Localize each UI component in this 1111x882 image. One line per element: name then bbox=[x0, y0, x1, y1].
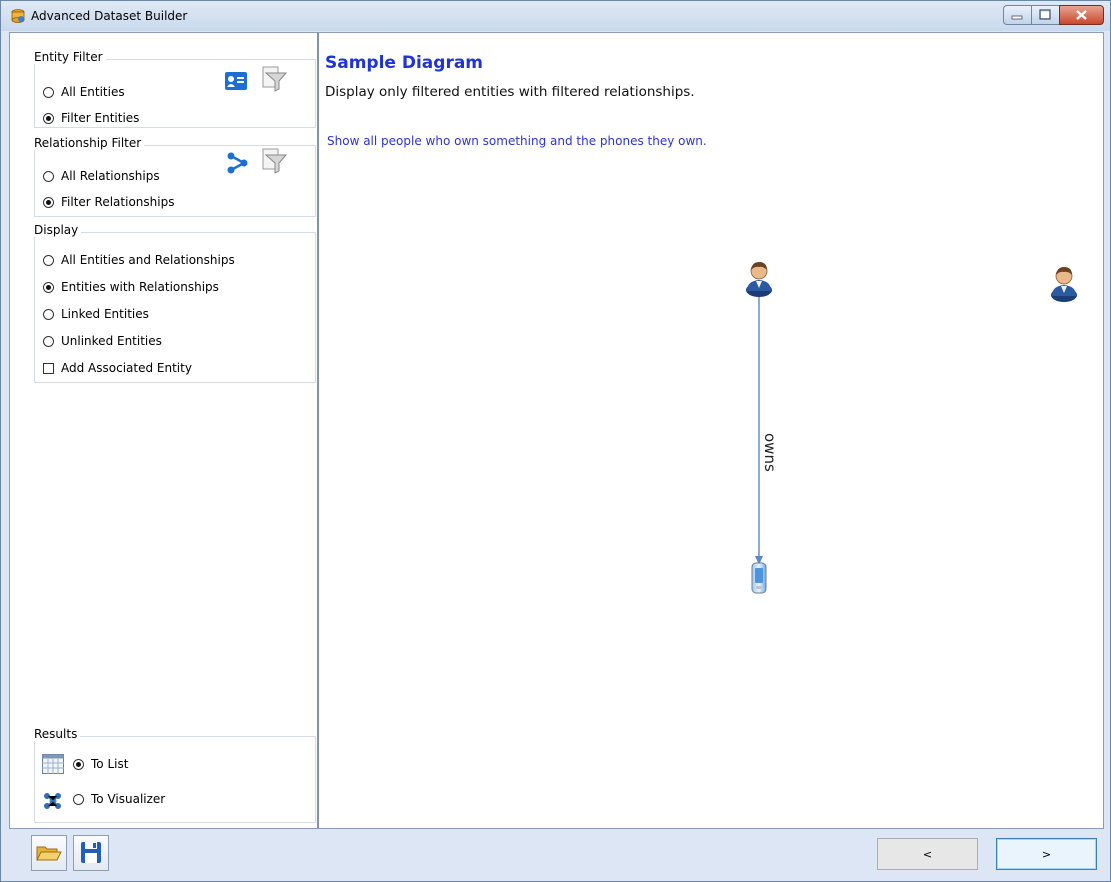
filter-relationships-radio[interactable]: Filter Relationships bbox=[43, 195, 174, 209]
filter-entities-radio[interactable]: Filter Entities bbox=[43, 111, 139, 125]
relationship-filter-legend: Relationship Filter bbox=[34, 136, 145, 150]
list-grid-icon bbox=[42, 754, 64, 774]
maximize-button[interactable] bbox=[1031, 5, 1059, 25]
results-legend: Results bbox=[34, 727, 81, 741]
edge-label: owns bbox=[761, 433, 779, 472]
unlinked-entities-radio[interactable]: Unlinked Entities bbox=[43, 334, 162, 348]
bottom-toolbar: < > bbox=[1, 829, 1110, 881]
all-entities-radio[interactable]: All Entities bbox=[43, 85, 125, 99]
entity-filter-legend: Entity Filter bbox=[34, 50, 106, 64]
folder-open-icon bbox=[36, 846, 62, 861]
client-area: Entity Filter All Entities Filter Entiti… bbox=[9, 32, 1104, 829]
display-legend: Display bbox=[34, 223, 82, 237]
title-bar[interactable]: Advanced Dataset Builder bbox=[1, 1, 1110, 31]
close-icon bbox=[1076, 10, 1087, 20]
phone-node[interactable] bbox=[751, 562, 767, 594]
to-list-radio[interactable]: To List bbox=[73, 757, 128, 771]
all-relationships-radio[interactable]: All Relationships bbox=[43, 169, 160, 183]
entity-filter-group: Entity Filter All Entities Filter Entiti… bbox=[34, 50, 316, 128]
person-node[interactable] bbox=[1051, 267, 1077, 302]
relationship-filter-group: Relationship Filter All Relationships Fi… bbox=[34, 136, 316, 217]
linked-entities-radio[interactable]: Linked Entities bbox=[43, 307, 149, 321]
entity-card-icon bbox=[225, 72, 247, 90]
results-group: Results To List To Visualizer bbox=[34, 727, 316, 823]
open-button[interactable] bbox=[31, 835, 67, 871]
minimize-button[interactable] bbox=[1003, 5, 1031, 25]
relationship-filter-icon bbox=[262, 148, 288, 174]
entity-filter-icon bbox=[262, 66, 288, 92]
display-group: Display All Entities and Relationships E… bbox=[34, 223, 316, 383]
next-button[interactable]: > bbox=[996, 838, 1097, 870]
minimize-icon bbox=[1011, 15, 1023, 20]
maximize-icon bbox=[1039, 9, 1051, 20]
close-button[interactable] bbox=[1059, 5, 1104, 25]
diagram-canvas: owns bbox=[746, 262, 1077, 594]
options-pane: Entity Filter All Entities Filter Entiti… bbox=[10, 33, 319, 828]
save-icon bbox=[81, 842, 101, 863]
relationship-share-icon bbox=[227, 152, 248, 174]
add-associated-entity-checkbox[interactable]: Add Associated Entity bbox=[43, 361, 192, 375]
to-visualizer-radio[interactable]: To Visualizer bbox=[73, 792, 165, 806]
app-window: Advanced Dataset Builder Entity Filter A… bbox=[0, 0, 1111, 882]
entities-with-relationships-radio[interactable]: Entities with Relationships bbox=[43, 280, 219, 294]
save-button[interactable] bbox=[73, 835, 109, 871]
all-entities-and-relationships-radio[interactable]: All Entities and Relationships bbox=[43, 253, 235, 267]
visualizer-icon bbox=[42, 791, 64, 809]
window-title: Advanced Dataset Builder bbox=[31, 9, 188, 23]
person-node[interactable] bbox=[746, 262, 772, 297]
back-button[interactable]: < bbox=[877, 838, 978, 870]
sample-diagram-panel: Sample Diagram Display only filtered ent… bbox=[319, 33, 1103, 828]
app-icon bbox=[11, 9, 25, 23]
